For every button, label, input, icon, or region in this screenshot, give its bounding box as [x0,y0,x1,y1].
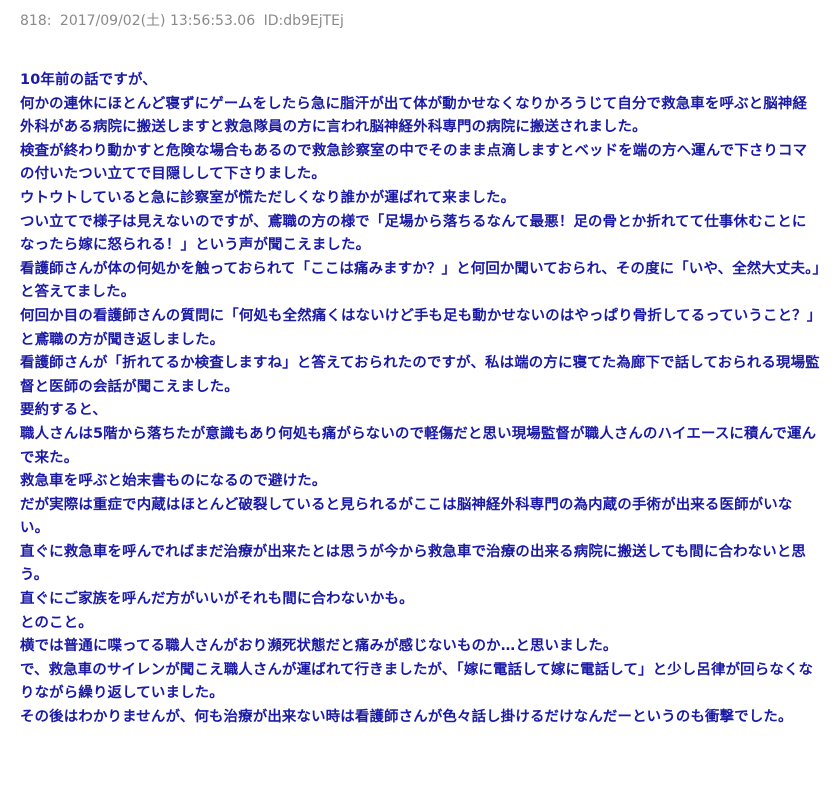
post: 818: 2017/09/02(土) 13:56:53.06 ID:db9EjT… [0,0,837,792]
post-body-line: とのこと。 [20,614,93,631]
post-body-line: つい立てで様子は見えないのですが、鳶職の方の様で「足場から落ちるなんて最悪！足の… [20,213,807,254]
post-body-line: 救急車を呼ぶと始末書ものになるので避けた。 [20,473,327,490]
post-body: 10年前の話ですが、何かの連休にほとんど寝ずにゲームをしたら急に脂汗が出て体が動… [20,69,821,730]
post-body-line: 10年前の話ですが、 [20,72,157,88]
post-body-line: 要約すると、 [20,402,107,419]
post-body-line: 看護師さんが体の何処かを触っておられて「ここは痛みますか？」と何回か聞いておられ… [20,260,820,301]
post-body-line: ウトウトしていると急に診察室が慌ただしくなり誰かが運ばれて来ました。 [20,189,516,206]
post-body-line: 直ぐに救急車を呼んでればまだ治療が出来たとは思うが今から救急車で治療の出来る病院… [20,543,807,584]
post-body-line: 看護師さんが「折れてるか検査しますね」と答えておられたのですが、私は端の方に寝て… [20,355,820,395]
post-id: ID:db9EjTEj [263,13,344,29]
post-body-line: その後はわかりませんが、何も治療が出来ない時は看護師さんが色々話し掛けるだけなん… [20,709,793,726]
post-body-line: 何かの連休にほとんど寝ずにゲームをしたら急に脂汗が出て体が動かせなくなりかろうじ… [20,95,808,136]
post-datetime: 2017/09/02(土) 13:56:53.06 [59,13,256,29]
post-body-line: 職人さんは5階から落ちたが意識もあり何処も痛がらないので軽傷だと思い現場監督が職… [20,425,817,466]
post-header: 818: 2017/09/02(土) 13:56:53.06 ID:db9EjT… [20,11,821,31]
post-body-line: だが実際は重症で内蔵はほとんど破裂していると見られるがここは脳神経外科専門の為内… [20,496,793,537]
post-number: 818: [20,13,52,29]
post-body-line: 横では普通に喋ってる職人さんがおり瀕死状態だと痛みが感じないものか…と思いました… [20,638,618,655]
post-body-line: 何回か目の看護師さんの質問に「何処も全然痛くはないけど手も足も動かせないのはやっ… [20,307,815,348]
post-body-line: で、救急車のサイレンが聞こえ職人さんが運ばれて行きましたが、「嫁に電話して嫁に電… [20,661,814,702]
post-body-line: 直ぐにご家族を呼んだ方がいいがそれも間に合わないかも。 [20,591,414,608]
post-body-line: 検査が終わり動かすと危険な場合もあるので救急診察室の中でそのまま点滴しますとベッ… [20,142,808,183]
